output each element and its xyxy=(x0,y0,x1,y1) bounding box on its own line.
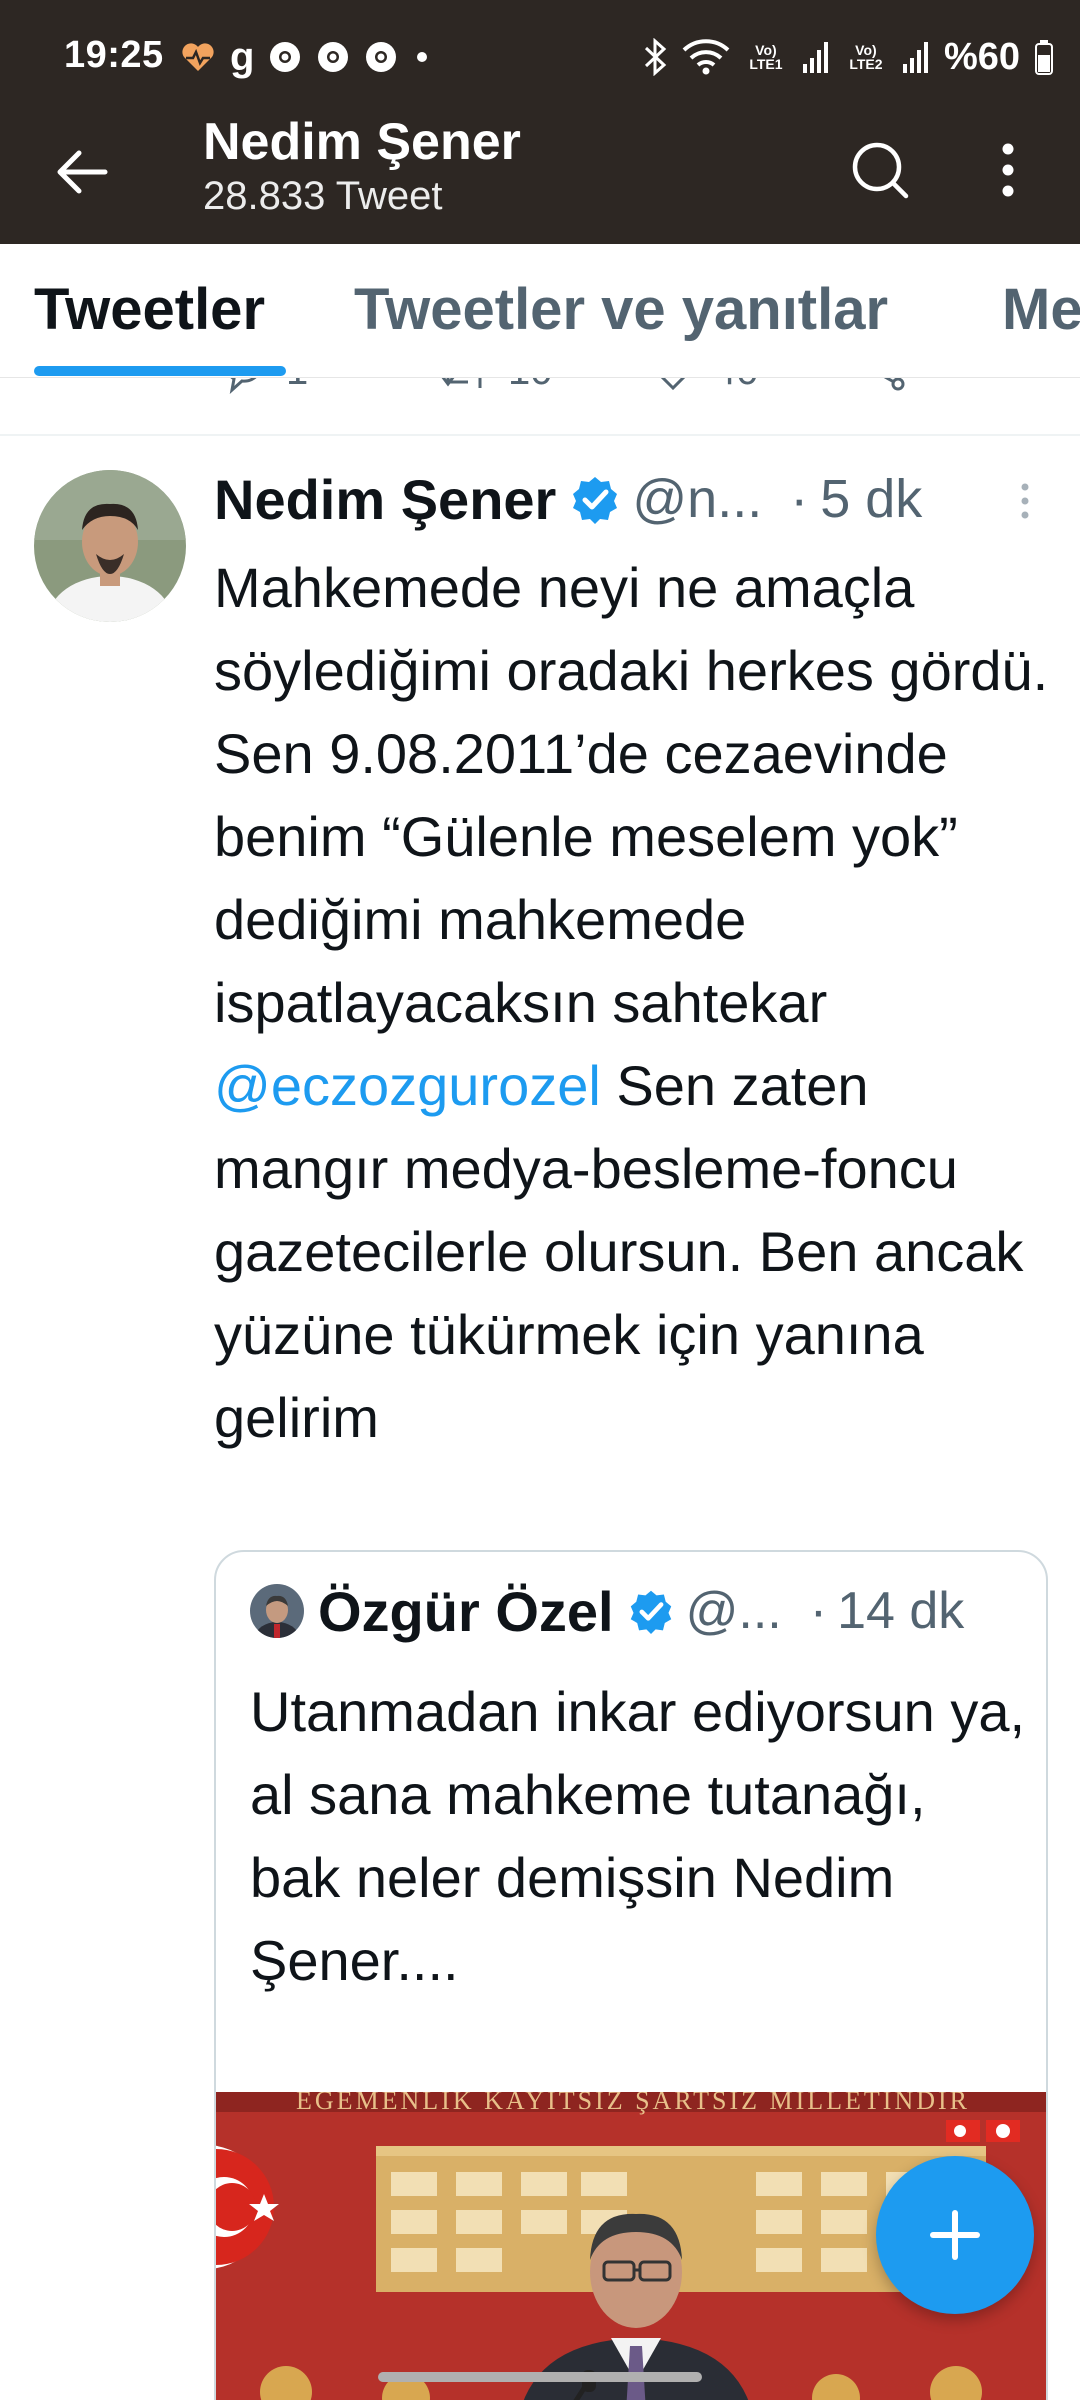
retweet-count: 10 xyxy=(508,378,553,394)
quoted-tweet-text: Utanmadan inkar ediyorsun ya, al sana ma… xyxy=(250,1680,1026,1992)
quoted-author-handle: @... xyxy=(685,1582,782,1640)
dot-icon xyxy=(412,47,432,67)
more-vertical-icon xyxy=(1021,483,1029,519)
lte1-label: Vo) LTE1 xyxy=(749,42,783,72)
quoted-author-name: Özgür Özel xyxy=(318,1579,614,1643)
tweet-count: 28.833 Tweet xyxy=(203,174,443,218)
profile-title: Nedim Şener xyxy=(203,113,521,171)
tweet-text: Mahkemede neyi ne amaçla söylediğimi ora… xyxy=(214,546,1054,1459)
parliament-banner-text: EGEMENLİK KAYITSIZ ŞARTSIZ MİLLETİNDİR xyxy=(296,2092,970,2115)
share-icon xyxy=(883,378,905,391)
mention-link[interactable]: @eczozgurozel xyxy=(214,1054,601,1117)
home-indicator[interactable] xyxy=(378,2372,702,2382)
tweet-header: Nedim Şener @n... · 5 dk xyxy=(214,464,1034,534)
tweet-text-part: Mahkemede neyi ne amaçla söylediğimi ora… xyxy=(214,556,1049,1034)
tab-tweets[interactable]: Tweetler xyxy=(34,276,265,343)
retweet-button[interactable]: 10 xyxy=(438,378,553,394)
tab-media[interactable]: Medya xyxy=(1002,276,1080,343)
tweet-divider xyxy=(0,434,1080,436)
more-options-button[interactable] xyxy=(980,130,1036,210)
profile-header: Nedim Şener 28.833 Tweet xyxy=(0,112,1080,244)
tweet-time[interactable]: 5 dk xyxy=(820,468,922,530)
reply-count: 1 xyxy=(286,378,308,394)
active-tab-indicator xyxy=(34,366,286,376)
like-count: 40 xyxy=(714,378,759,394)
verified-badge-icon xyxy=(628,1588,674,1634)
notification-icons: g xyxy=(180,34,432,80)
signal-icon xyxy=(802,40,830,74)
reply-icon xyxy=(229,378,257,394)
top-bar: 19:25 g Vo) LTE1 Vo) LTE2 %60 Nedim Şene… xyxy=(0,0,1080,244)
previous-tweet-actions: 1 10 40 xyxy=(0,378,1080,432)
battery-percent: %60 xyxy=(943,35,1020,78)
separator-dot: · xyxy=(809,1582,828,1640)
like-button[interactable]: 40 xyxy=(650,378,759,394)
search-icon xyxy=(852,142,909,199)
system-icons: Vo) LTE1 Vo) LTE2 %60 xyxy=(642,30,1054,84)
wifi-icon xyxy=(682,38,730,76)
chrome-icon xyxy=(316,40,350,74)
author-handle[interactable]: @n... xyxy=(632,468,762,530)
quoted-avatar xyxy=(250,1584,304,1638)
battery-icon xyxy=(1034,39,1054,75)
bluetooth-icon xyxy=(642,38,668,76)
retweet-icon xyxy=(441,378,482,388)
separator-dot: · xyxy=(790,469,809,529)
chrome-icon xyxy=(268,40,302,74)
reply-button[interactable]: 1 xyxy=(222,378,308,394)
lte2-label: Vo) LTE2 xyxy=(849,42,883,72)
author-name[interactable]: Nedim Şener xyxy=(214,467,556,532)
tab-tweets-and-replies[interactable]: Tweetler ve yanıtlar xyxy=(354,276,888,343)
quoted-tweet-time: 14 dk xyxy=(837,1582,965,1640)
avatar[interactable] xyxy=(34,470,186,622)
share-button[interactable] xyxy=(864,378,910,394)
profile-tabs: Tweetler Tweetler ve yanıtlar Medya xyxy=(0,244,1080,378)
tweet-menu-button[interactable] xyxy=(1010,478,1040,524)
plus-icon xyxy=(930,2210,980,2260)
verified-badge-icon xyxy=(570,474,620,524)
arrow-left-icon xyxy=(57,150,108,194)
heart-pulse-icon xyxy=(180,41,216,73)
more-vertical-icon xyxy=(1002,143,1014,197)
signal-icon xyxy=(902,40,930,74)
chrome-icon xyxy=(364,40,398,74)
g-app-icon: g xyxy=(230,34,255,79)
quoted-tweet-header: Özgür Özel @... · 14 dk xyxy=(318,1576,1038,1646)
heart-icon xyxy=(660,378,686,391)
back-button[interactable] xyxy=(46,136,118,208)
status-bar: 19:25 g Vo) LTE1 Vo) LTE2 %60 xyxy=(0,0,1080,112)
status-time: 19:25 xyxy=(64,34,164,76)
compose-tweet-button[interactable] xyxy=(876,2156,1034,2314)
search-button[interactable] xyxy=(840,130,920,210)
